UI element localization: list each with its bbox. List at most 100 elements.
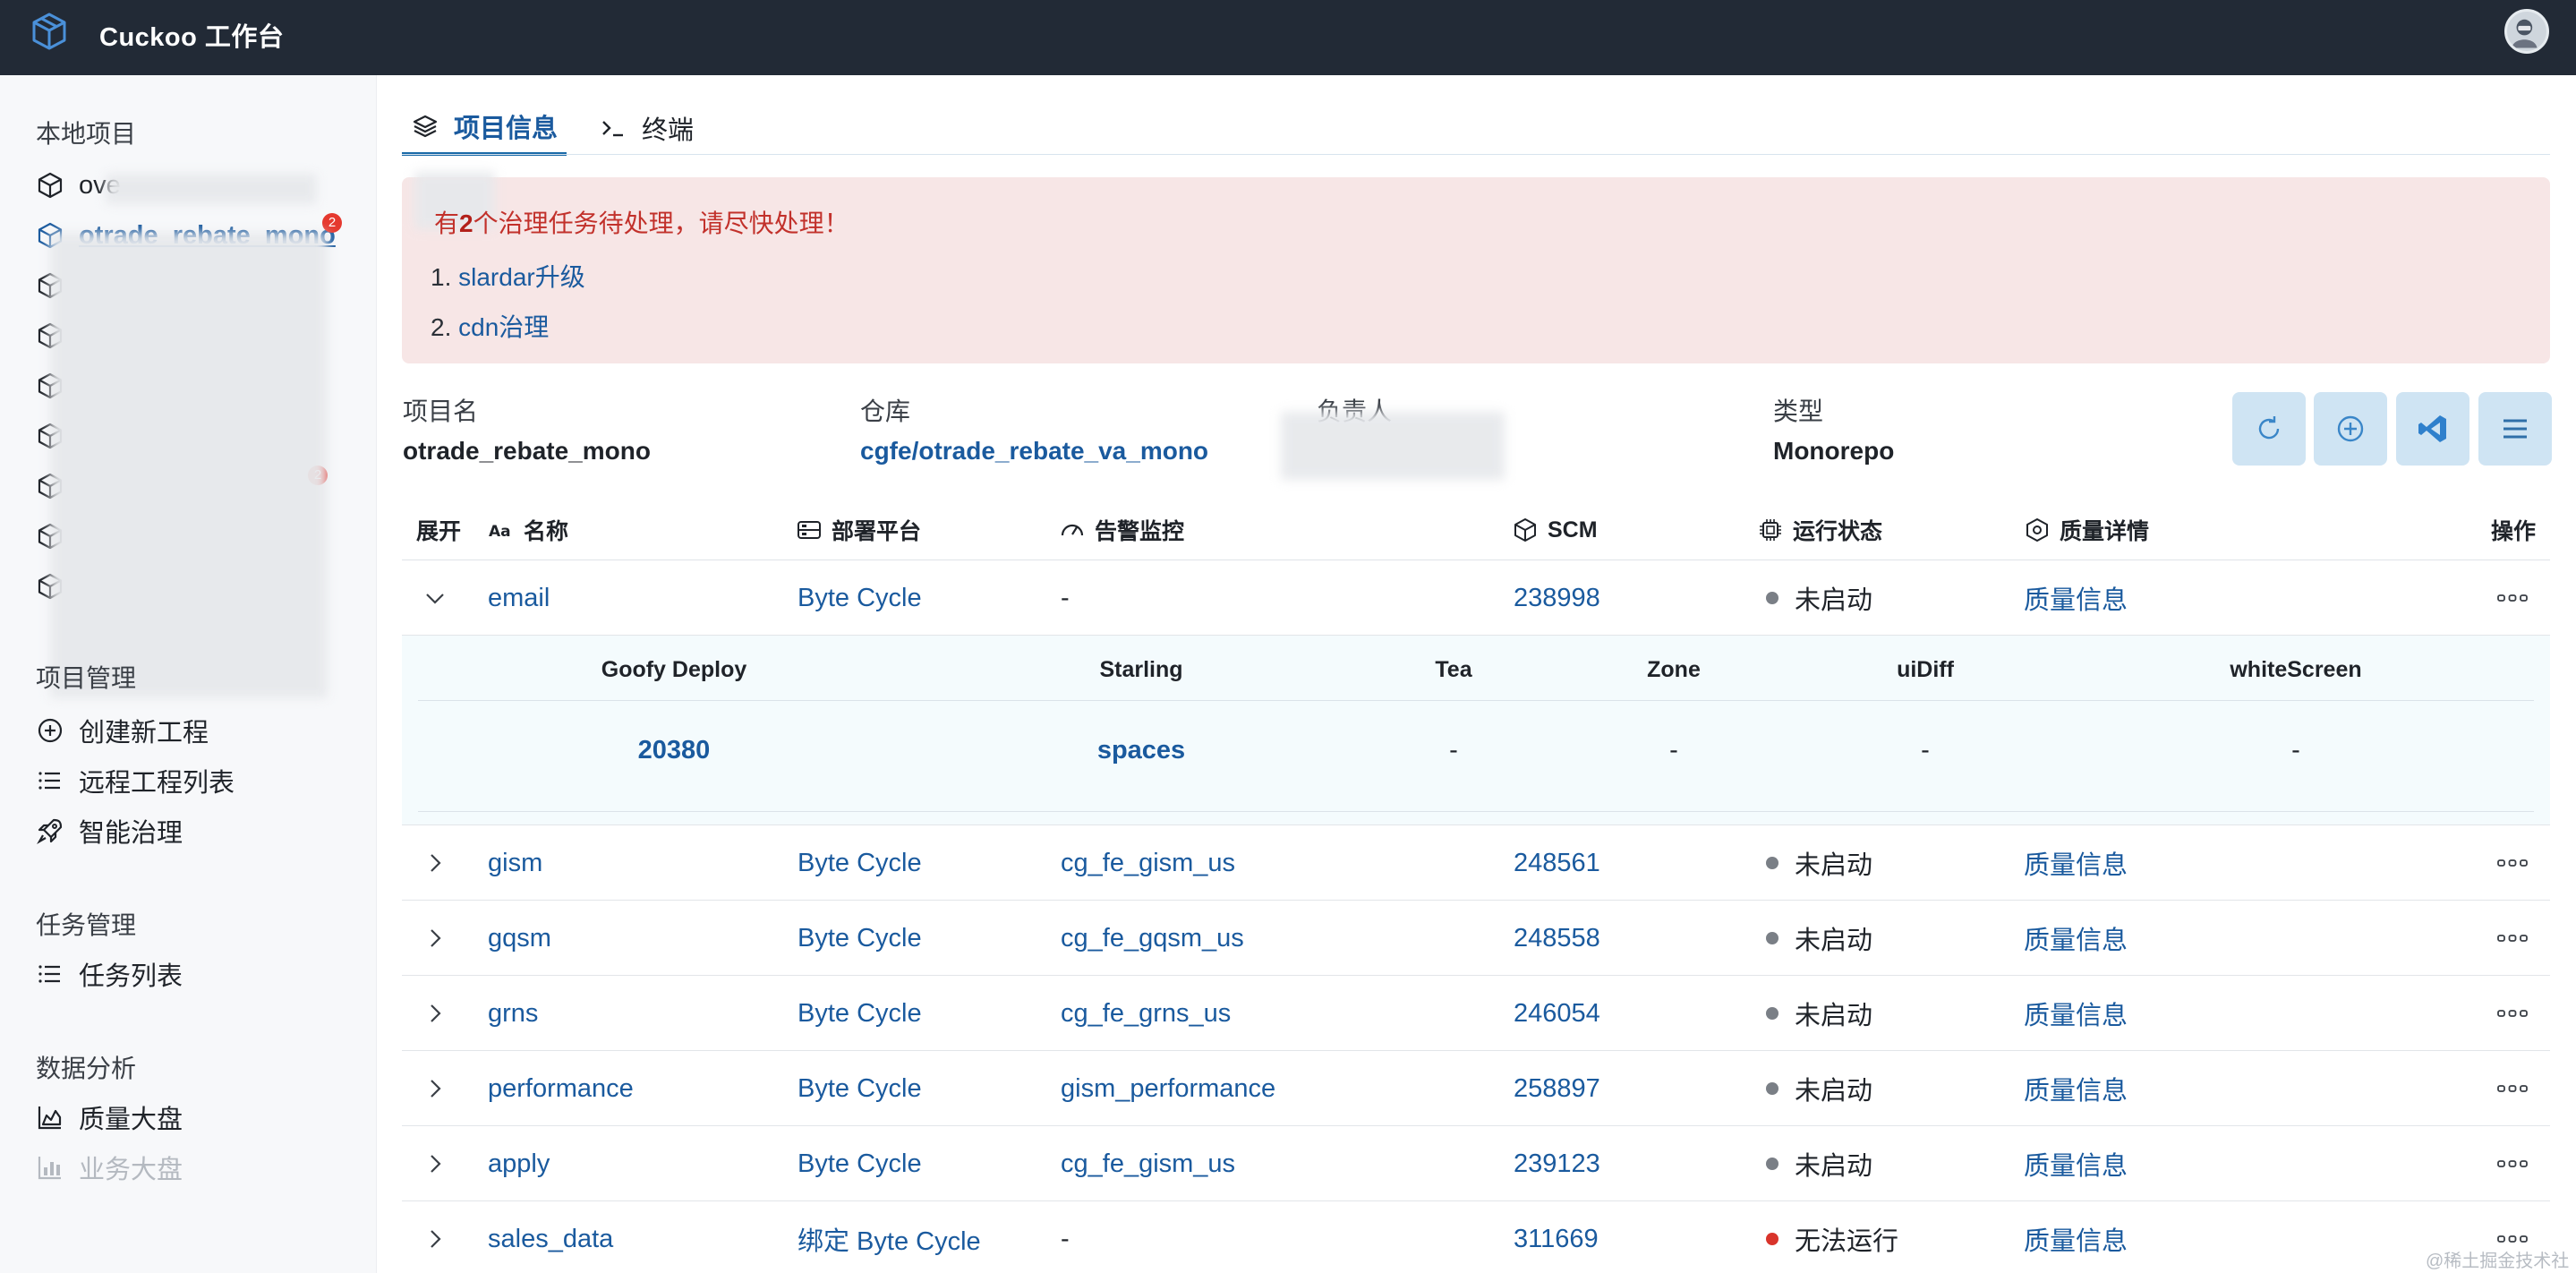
alert-suffix: 个治理任务待处理，请尽快处理！ [473,209,849,237]
user-avatar[interactable] [2504,9,2549,54]
dashboard-icon [1061,524,1084,536]
scm-link[interactable]: 258897 [1514,1051,1600,1126]
list-icon [38,965,60,983]
column-alarm-label: 告警监控 [1095,519,1185,544]
alert-task-link[interactable]: slardar升级 [458,263,585,291]
table-row[interactable]: sales_data 绑定 Byte Cycle - 311669 无法运行 质… [402,1201,2550,1273]
menu-button[interactable] [2478,392,2552,466]
service-name-link[interactable]: gism [488,825,542,901]
alert-task-link[interactable]: cdn治理 [458,313,549,341]
alert-task-number: 2. [431,313,452,341]
cube-logo-icon[interactable] [29,11,70,52]
alarm-monitor-link[interactable]: gism_performance [1061,1051,1275,1126]
more-actions-button[interactable] [2496,901,2529,976]
refresh-button[interactable] [2232,392,2306,466]
detail-divider [418,811,2534,812]
deploy-platform-link[interactable]: Byte Cycle [798,1126,922,1201]
expand-toggle[interactable] [422,976,448,1051]
more-actions-button[interactable] [2496,560,2529,636]
scm-link[interactable]: 248561 [1514,825,1600,901]
quality-info-link[interactable]: 质量信息 [2024,560,2128,636]
tab-label: 终端 [642,116,695,145]
table-row[interactable]: gism Byte Cycle cg_fe_gism_us 248561 未启动… [402,825,2550,901]
alarm-monitor-link[interactable]: cg_fe_gqsm_us [1061,901,1244,976]
deploy-platform-link[interactable]: Byte Cycle [798,901,922,976]
remote-projects-item[interactable]: 远程工程列表 [36,761,235,800]
run-status-label: 无法运行 [1795,1227,1899,1256]
expand-toggle[interactable] [422,1126,448,1201]
service-name-link[interactable]: email [488,560,550,636]
more-actions-button[interactable] [2496,825,2529,901]
tab-terminal[interactable]: 终端 [590,100,703,156]
scm-link[interactable]: 239123 [1514,1126,1600,1201]
more-actions-button[interactable] [2496,976,2529,1051]
quality-info-link[interactable]: 质量信息 [2024,1051,2128,1126]
task-list-item[interactable]: 任务列表 [36,954,183,994]
more-horizontal-icon [2497,1160,2528,1167]
create-project-item[interactable]: 创建新工程 [36,711,209,750]
alarm-monitor-value: - [1061,1224,1070,1253]
expand-toggle[interactable] [422,1201,448,1273]
business-dashboard-item[interactable]: 业务大盘 [36,1148,183,1187]
run-status-label: 未启动 [1795,927,1873,955]
column-name-label: 名称 [524,519,569,544]
table-row[interactable]: grns Byte Cycle cg_fe_grns_us 246054 未启动… [402,976,2550,1051]
deploy-platform-link[interactable]: Byte Cycle [798,976,922,1051]
column-scm: SCM [1512,500,1598,560]
quality-info-link[interactable]: 质量信息 [2024,1201,2128,1273]
quality-info-link[interactable]: 质量信息 [2024,901,2128,976]
service-name-link[interactable]: performance [488,1051,634,1126]
expand-toggle[interactable] [422,1051,448,1126]
quality-info-link[interactable]: 质量信息 [2024,825,2128,901]
service-name-link[interactable]: apply [488,1126,550,1201]
deploy-platform-link[interactable]: Byte Cycle [798,560,922,636]
repo-label: 仓库 [860,397,911,425]
scm-link[interactable]: 311669 [1514,1201,1599,1273]
more-actions-button[interactable] [2496,1126,2529,1201]
alert-task-number: 1. [431,263,452,291]
table-row[interactable]: apply Byte Cycle cg_fe_gism_us 239123 未启… [402,1126,2550,1201]
more-actions-button[interactable] [2496,1051,2529,1126]
sidebar: 本地项目 ove otrade_rebate_mono 2 2 项目管理 [0,75,377,1273]
table-row[interactable]: performance Byte Cycle gism_performance … [402,1051,2550,1126]
watermark: @稀土掘金技术社区 [2426,1252,2570,1271]
text-icon: Aa [489,523,511,541]
service-name-link[interactable]: sales_data [488,1201,613,1273]
table-row[interactable]: email Byte Cycle - 238998 未启动 质量信息 [402,560,2550,636]
table-row[interactable]: gqsm Byte Cycle cg_fe_gqsm_us 248558 未启动… [402,901,2550,976]
svg-text:Aa: Aa [489,523,511,541]
starling-link[interactable]: spaces [1097,736,1185,765]
smart-governance-item[interactable]: 智能治理 [36,811,183,850]
run-status-label: 未启动 [1795,1152,1873,1181]
repo-link[interactable]: cgfe/otrade_rebate_va_mono [860,437,1208,466]
menu-icon [2503,419,2527,439]
quality-dashboard-item[interactable]: 质量大盘 [36,1098,183,1137]
deploy-platform-link[interactable]: Byte Cycle [798,1051,922,1126]
alarm-monitor-link[interactable]: cg_fe_gism_us [1061,825,1235,901]
detail-header: Tea [1435,657,1472,682]
service-name-link[interactable]: grns [488,976,538,1051]
goofy-deploy-link[interactable]: 20380 [638,736,711,765]
quality-info-link[interactable]: 质量信息 [2024,976,2128,1051]
scm-link[interactable]: 246054 [1514,976,1600,1051]
quality-info-link[interactable]: 质量信息 [2024,1126,2128,1201]
bind-deploy-platform-link[interactable]: 绑定 Byte Cycle [798,1201,981,1273]
status-dot-error [1766,1233,1778,1245]
scm-link[interactable]: 248558 [1514,901,1600,976]
vscode-button[interactable] [2396,392,2469,466]
expand-toggle[interactable] [422,825,448,901]
task-list-label: 任务列表 [79,962,183,991]
service-name-link[interactable]: gqsm [488,901,551,976]
collapse-toggle[interactable] [422,560,448,636]
alert-task-item: 1. slardar升级 [431,252,585,303]
expand-toggle[interactable] [422,901,448,976]
scm-link[interactable]: 238998 [1514,560,1600,636]
column-ops: 操作 [2491,500,2536,560]
alarm-monitor-link[interactable]: cg_fe_grns_us [1061,976,1231,1051]
alarm-monitor-link[interactable]: cg_fe_gism_us [1061,1126,1235,1201]
deploy-platform-link[interactable]: Byte Cycle [798,825,922,901]
add-button[interactable] [2314,392,2387,466]
tab-project-info[interactable]: 项目信息 [402,100,567,156]
column-name: Aa 名称 [488,500,568,560]
more-horizontal-icon [2497,594,2528,602]
